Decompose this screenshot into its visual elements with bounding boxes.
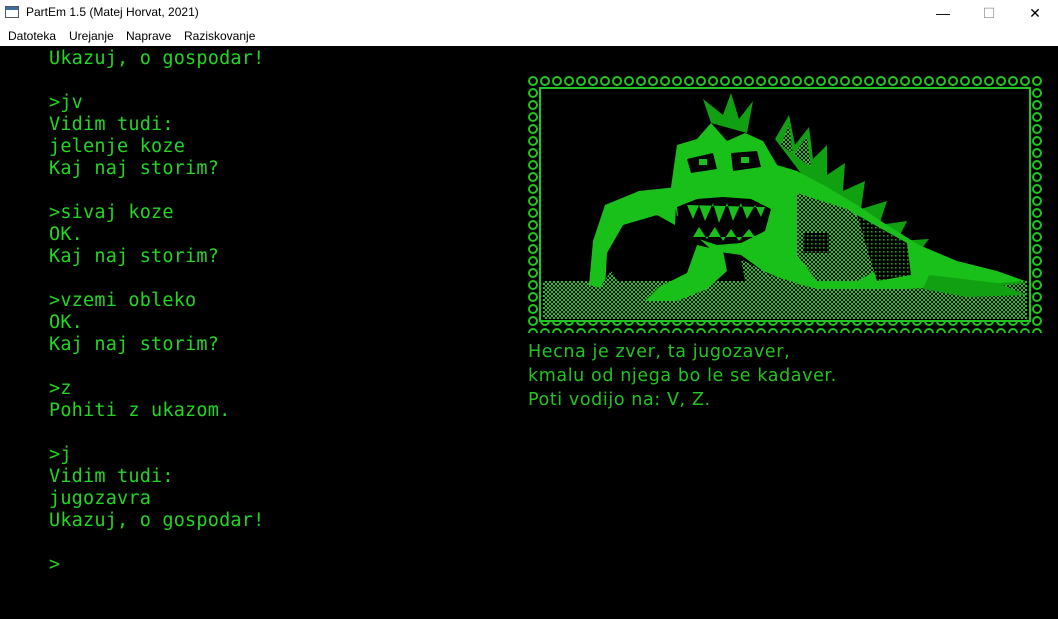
menu-datoteka[interactable]: Datoteka	[8, 29, 56, 43]
maximize-button[interactable]: ☐	[966, 0, 1012, 26]
command-prompt[interactable]: >	[49, 554, 60, 576]
menu-urejanje[interactable]: Urejanje	[69, 29, 114, 43]
menu-naprave[interactable]: Naprave	[126, 29, 171, 43]
terminal-line: Kaj naj storim?	[49, 246, 220, 267]
terminal-line: jelenje koze	[49, 136, 186, 157]
terminal-line: Kaj naj storim?	[49, 334, 220, 355]
terminal-line: >z	[49, 378, 72, 399]
room-description-line: kmalu od njega bo le se kadaver.	[528, 366, 837, 386]
terminal-line: Vidim tudi:	[49, 114, 174, 135]
close-button[interactable]: ✕	[1012, 0, 1058, 26]
terminal-line: >j	[49, 444, 72, 465]
terminal-line: Vidim tudi:	[49, 466, 174, 487]
menu-raziskovanje[interactable]: Raziskovanje	[184, 29, 255, 43]
terminal-line: >vzemi obleko	[49, 290, 197, 311]
menu-bar: Datoteka Urejanje Naprave Raziskovanje	[0, 26, 1058, 46]
title-bar: PartEm 1.5 (Matej Horvat, 2021) — ☐ ✕	[0, 0, 1058, 26]
app-window-icon	[5, 6, 19, 18]
terminal-line: Ukazuj, o gospodar!	[49, 48, 265, 69]
room-exits: Poti vodijo na: V, Z.	[528, 390, 711, 410]
terminal-line: jugozavra	[49, 488, 152, 509]
terminal-line: Pohiti z ukazom.	[49, 400, 231, 421]
terminal-line: >jv	[49, 92, 84, 113]
terminal-line: >sivaj koze	[49, 202, 174, 223]
terminal-line: Kaj naj storim?	[49, 158, 220, 179]
dinosaur-illustration	[528, 76, 1042, 333]
terminal-line: Ukazuj, o gospodar!	[49, 510, 265, 531]
terminal-line: OK.	[49, 224, 84, 245]
minimize-button[interactable]: —	[920, 0, 966, 26]
terminal-line: OK.	[49, 312, 84, 333]
window-title: PartEm 1.5 (Matej Horvat, 2021)	[26, 5, 199, 19]
emulator-screen[interactable]: Ukazuj, o gospodar! >jv Vidim tudi: jele…	[0, 46, 1058, 619]
room-description-line: Hecna je zver, ta jugozaver,	[528, 342, 791, 362]
